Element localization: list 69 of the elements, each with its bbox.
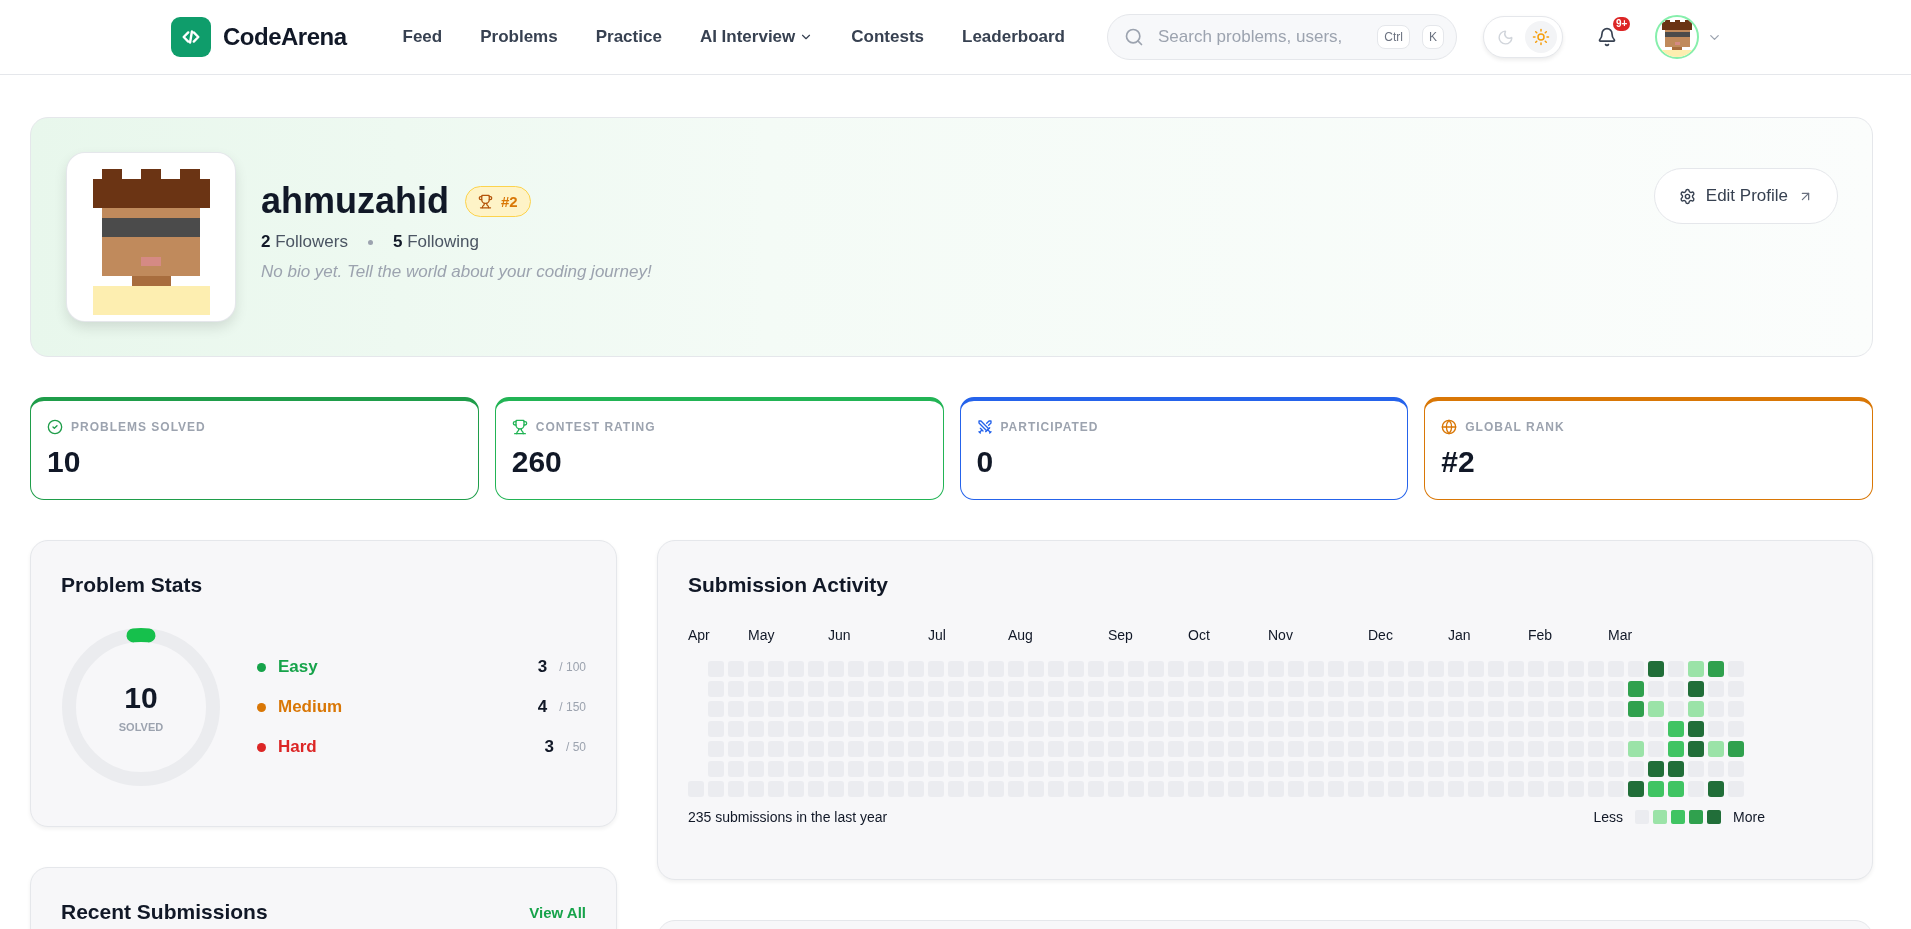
difficulty-label: Easy xyxy=(278,657,319,677)
month-label: Feb xyxy=(1528,627,1553,644)
notification-count-badge: 9+ xyxy=(1613,17,1631,31)
stat-value: 10 xyxy=(47,445,82,479)
sun-icon xyxy=(1531,28,1550,46)
check-circle-icon xyxy=(47,419,63,435)
total-count: / 50 xyxy=(566,740,586,754)
edit-profile-button[interactable]: Edit Profile xyxy=(1653,168,1838,224)
stat-value: 260 xyxy=(511,445,563,479)
rank-badge: #2 xyxy=(465,185,531,217)
legend-more-label: More xyxy=(1733,809,1765,825)
month-label: Apr xyxy=(688,627,710,644)
search-input[interactable]: Search problems, users, xyxy=(1156,26,1366,48)
nav-link[interactable]: Feed xyxy=(402,27,443,47)
swords-icon xyxy=(976,419,993,435)
total-count: / 150 xyxy=(559,700,586,714)
following-link[interactable]: 5 Following xyxy=(392,232,479,252)
difficulty-label: Medium xyxy=(278,697,344,717)
search-field[interactable]: Search problems, users, Ctrl K xyxy=(1107,14,1457,60)
followers-link[interactable]: 2 Followers xyxy=(261,232,348,252)
month-label: May xyxy=(748,627,775,644)
card-title: Submission Activity xyxy=(688,573,889,597)
total-count: / 100 xyxy=(559,660,586,674)
light-mode-button[interactable] xyxy=(1524,21,1557,53)
solved-count: 3 xyxy=(544,737,554,757)
solved-count: 4 xyxy=(537,697,548,717)
username: ahmuzahid xyxy=(261,180,449,222)
stat-label: CONTEST RATING xyxy=(535,420,656,434)
month-label: Sep xyxy=(1108,627,1133,644)
stat-label: PARTICIPATED xyxy=(1000,420,1099,434)
moon-icon xyxy=(1497,28,1514,46)
trophy-icon xyxy=(511,419,528,435)
card-title: Recent Submissions xyxy=(61,900,268,924)
nav-link[interactable]: Contests xyxy=(851,27,925,47)
bio-text: No bio yet. Tell the world about your coding journey! xyxy=(261,262,653,282)
month-label: Jul xyxy=(928,627,946,644)
nav-link[interactable]: Leaderboard xyxy=(962,27,1065,47)
globe-icon xyxy=(1441,419,1458,435)
user-avatar-button[interactable] xyxy=(1655,15,1699,59)
difficulty-label: Hard xyxy=(278,737,318,757)
nav-link[interactable]: AI Interview xyxy=(699,27,814,47)
month-label: Jun xyxy=(828,627,851,644)
search-icon xyxy=(1124,27,1144,47)
settings-icon xyxy=(1678,187,1696,205)
stat-label: GLOBAL RANK xyxy=(1465,420,1565,434)
separator-dot xyxy=(367,239,373,245)
keyboard-key: K xyxy=(1422,25,1444,49)
legend-less-label: Less xyxy=(1593,809,1624,825)
submission-summary: 235 submissions in the last year xyxy=(688,809,888,825)
nav-link[interactable]: Practice xyxy=(595,27,662,47)
month-label: Oct xyxy=(1188,627,1210,644)
month-label: Mar xyxy=(1608,627,1633,644)
solved-progress-arc xyxy=(126,628,156,643)
month-label: Aug xyxy=(1008,627,1033,644)
brand-name[interactable]: CodeArena xyxy=(223,23,347,51)
solved-label: SOLVED xyxy=(118,721,164,733)
month-label: Jan xyxy=(1448,627,1471,644)
card-title: Problem Stats xyxy=(61,573,204,597)
month-label: Nov xyxy=(1268,627,1293,644)
stat-value: 0 xyxy=(976,445,995,479)
stat-value: #2 xyxy=(1441,445,1476,479)
stat-label: PROBLEMS SOLVED xyxy=(71,420,206,434)
bell-icon xyxy=(1597,27,1617,47)
code-brackets-logo-icon xyxy=(171,17,211,57)
keyboard-key: Ctrl xyxy=(1377,25,1410,49)
nav-link[interactable]: Problems xyxy=(480,27,558,47)
solved-count: 3 xyxy=(537,657,548,677)
month-label: Dec xyxy=(1368,627,1393,644)
solved-count: 10 xyxy=(124,681,158,715)
